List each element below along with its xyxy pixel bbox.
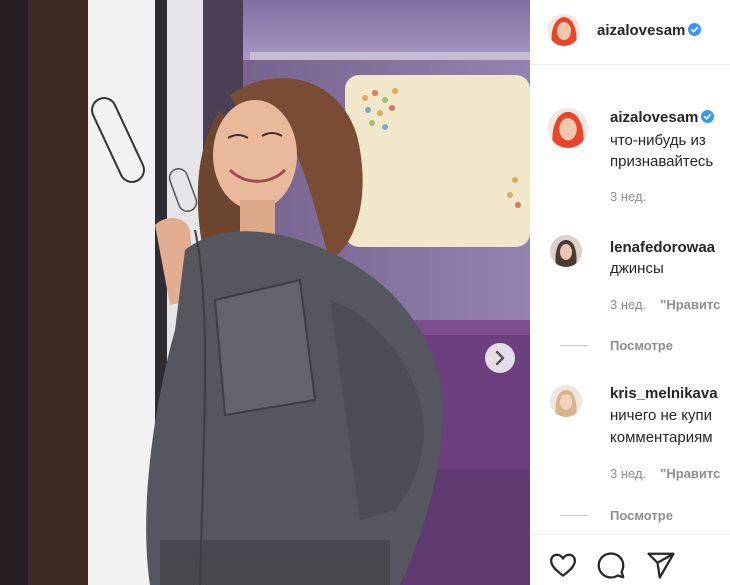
heart-icon bbox=[550, 553, 576, 577]
comment-button[interactable] bbox=[596, 550, 626, 580]
comment-icon bbox=[597, 552, 625, 579]
avatar[interactable] bbox=[548, 14, 580, 46]
comment-time[interactable]: 3 нед. bbox=[610, 466, 646, 481]
post-actions bbox=[530, 534, 730, 585]
share-icon bbox=[647, 552, 675, 579]
caption-avatar[interactable] bbox=[548, 108, 588, 148]
post-sidebar: aizalovesam aizalovesam что-нибудь из пр… bbox=[530, 0, 730, 585]
comment-avatar[interactable] bbox=[550, 385, 582, 417]
comment-time[interactable]: 3 нед. bbox=[610, 297, 646, 312]
caption-author-name[interactable]: aizalovesam bbox=[610, 109, 698, 126]
caption-line-2: признавайтесь bbox=[610, 153, 714, 170]
comment-text: джинсы bbox=[610, 260, 664, 277]
post-author-name[interactable]: aizalovesam bbox=[597, 22, 685, 39]
verified-badge-icon bbox=[701, 110, 715, 123]
comment-like-count[interactable]: "Нравитс bbox=[660, 466, 720, 481]
view-replies-button[interactable]: Посмотре bbox=[560, 508, 673, 523]
caption-time[interactable]: 3 нед. bbox=[610, 189, 646, 204]
post-author[interactable]: aizalovesam bbox=[597, 22, 702, 39]
verified-badge-icon bbox=[688, 23, 702, 36]
comment-avatar[interactable] bbox=[550, 235, 582, 267]
comment-like-count[interactable]: "Нравитс bbox=[660, 297, 720, 312]
chevron-right-icon bbox=[495, 350, 505, 366]
avatar-image bbox=[548, 108, 588, 148]
comment-text-line-1: ничего не купи bbox=[610, 407, 712, 424]
post-header: aizalovesam bbox=[530, 0, 730, 65]
avatar-image bbox=[548, 14, 580, 46]
post-photo[interactable] bbox=[0, 0, 530, 585]
avatar-image bbox=[550, 235, 582, 267]
comment-username[interactable]: kris_melnikava bbox=[610, 385, 718, 402]
avatar-image bbox=[550, 385, 582, 417]
comment-meta: 3 нед. "Нравитс bbox=[610, 466, 720, 481]
comment-meta: 3 нед. "Нравитс bbox=[610, 297, 720, 312]
caption-author[interactable]: aizalovesam bbox=[610, 109, 715, 126]
like-button[interactable] bbox=[548, 550, 578, 580]
caption-line-1: что-нибудь из bbox=[610, 132, 706, 149]
photo-scene bbox=[0, 0, 530, 585]
view-replies-button[interactable]: Посмотре bbox=[560, 338, 673, 353]
comment-username[interactable]: lenafedorowaa bbox=[610, 239, 715, 256]
share-button[interactable] bbox=[646, 550, 676, 580]
comment-text-line-2: комментариям bbox=[610, 429, 713, 446]
next-photo-button[interactable] bbox=[485, 343, 515, 373]
